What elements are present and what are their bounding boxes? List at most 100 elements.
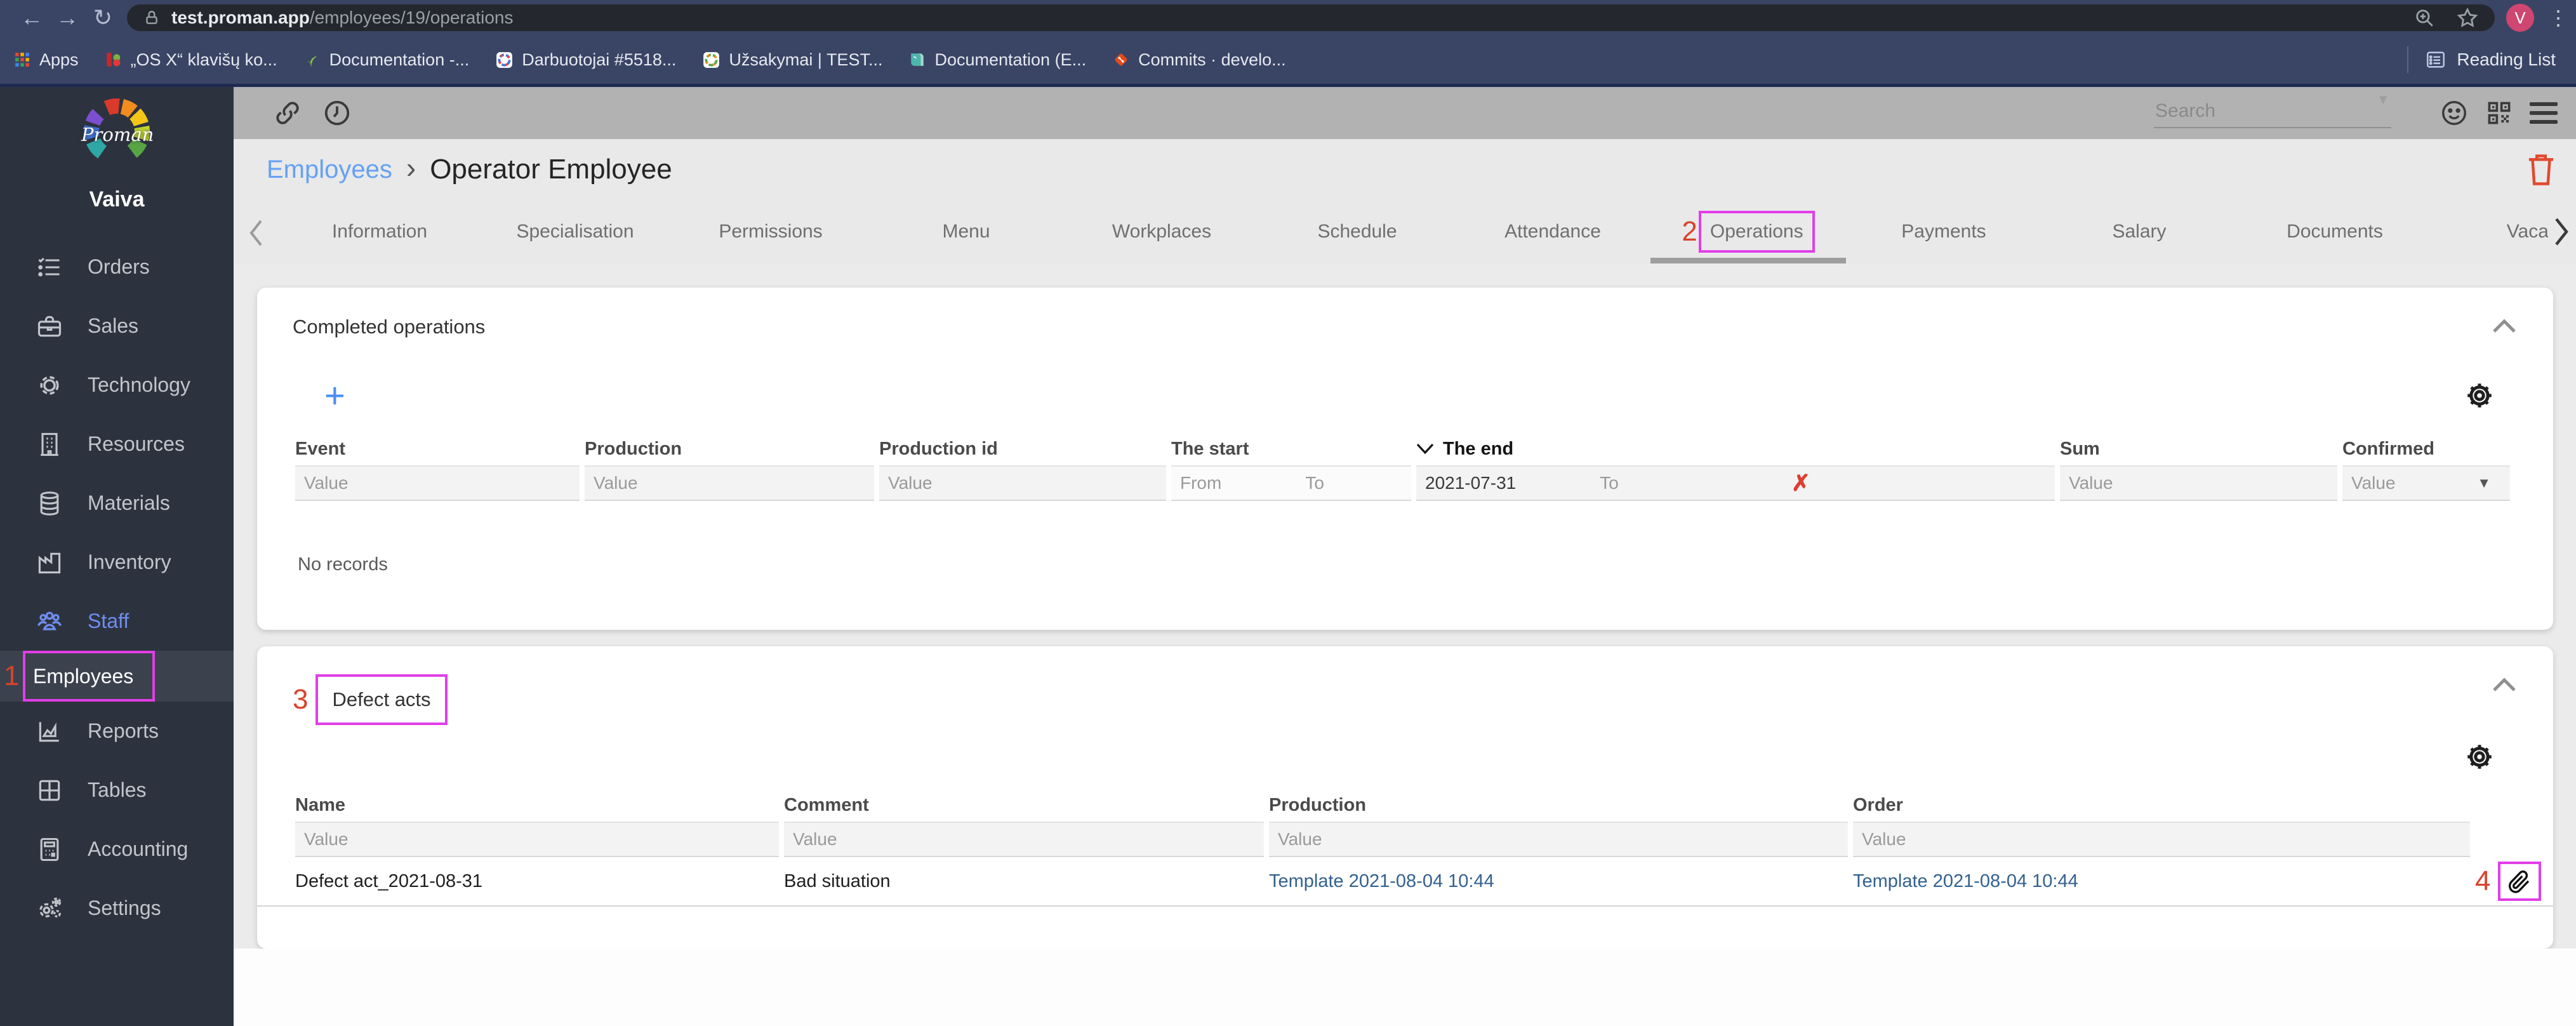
bookmark-osx[interactable]: „OS X“ klavišų ko... — [105, 50, 277, 70]
tab-attendance[interactable]: Attendance — [1455, 200, 1650, 263]
col-name[interactable]: Name — [295, 795, 784, 816]
bookmark-label: Darbuotojai #5518... — [522, 50, 677, 69]
tab-information[interactable]: Information — [282, 200, 477, 263]
tab-salary[interactable]: Salary — [2042, 200, 2237, 263]
tab-operations[interactable]: 2 Operations — [1650, 200, 1846, 263]
screen: ← → ↻ test.proman.app/employees/19/opera… — [0, 0, 2576, 1026]
reading-list-button[interactable]: Reading List — [2425, 49, 2556, 70]
sort-desc-icon[interactable] — [1416, 443, 1434, 455]
defect-order-link[interactable]: Template 2021-08-04 10:44 — [1853, 871, 2475, 892]
filter-end-to[interactable]: To — [1600, 473, 1619, 493]
history-clock-icon[interactable] — [322, 98, 352, 128]
tab-payments[interactable]: Payments — [1846, 200, 2042, 263]
sidebar-item-employees[interactable]: Employees 1 — [0, 651, 234, 702]
col-sum[interactable]: Sum — [2060, 439, 2342, 460]
qr-code-icon[interactable] — [2485, 99, 2513, 127]
col-order[interactable]: Order — [1853, 795, 2475, 816]
tab-permissions[interactable]: Permissions — [673, 200, 868, 263]
main-area: ▼ Employees › Operator Employee — [234, 87, 2576, 1026]
link-icon[interactable] — [273, 98, 302, 128]
col-production[interactable]: Production — [585, 439, 879, 460]
browser-avatar[interactable]: V — [2506, 4, 2534, 32]
filter-start-to[interactable]: To — [1305, 473, 1324, 493]
table-settings-icon[interactable] — [2464, 742, 2495, 772]
tabs-scroll-left-icon[interactable] — [248, 219, 264, 247]
filter-sum[interactable]: Value — [2060, 465, 2337, 501]
bookmark-star-icon[interactable] — [2457, 7, 2478, 29]
filter-start[interactable]: From To — [1171, 465, 1411, 501]
filter-name[interactable]: Value — [295, 822, 779, 857]
filter-end-from[interactable]: 2021-07-31 — [1425, 473, 1516, 493]
sidebar-item-accounting[interactable]: Accounting — [0, 820, 234, 879]
zoom-search-icon[interactable] — [2413, 7, 2435, 29]
filter-comment[interactable]: Value — [784, 822, 1264, 857]
filter-confirmed[interactable]: Value ▼ — [2342, 465, 2510, 501]
bookmark-label: Užsakymai | TEST... — [729, 50, 883, 69]
apple-icon — [105, 51, 122, 68]
col-comment[interactable]: Comment — [784, 795, 1269, 816]
collapse-panel-icon[interactable] — [2492, 677, 2516, 692]
tabs-scroll-right-icon[interactable] — [2548, 217, 2571, 247]
confirmed-dropdown-icon[interactable]: ▼ — [2477, 475, 2501, 491]
forward-icon[interactable]: → — [50, 4, 85, 31]
reload-icon[interactable]: ↻ — [85, 4, 121, 31]
browser-menu-icon[interactable]: ⋮ — [2548, 6, 2568, 30]
bookmark-documentation[interactable]: Documentation -... — [304, 50, 469, 70]
bottom-whitespace — [234, 949, 2576, 1026]
sidebar-item-reports[interactable]: Reports — [0, 702, 234, 761]
tab-specialisation[interactable]: Specialisation — [477, 200, 673, 263]
filter-event[interactable]: Value — [295, 465, 580, 501]
proman-logo-text: Proman — [81, 124, 154, 145]
smiley-icon[interactable] — [2440, 98, 2469, 128]
sidebar-item-materials[interactable]: Materials — [0, 474, 234, 533]
attachment-paperclip-icon[interactable] — [2507, 868, 2532, 897]
col-confirmed[interactable]: Confirmed — [2342, 439, 2515, 460]
clear-filter-icon[interactable]: ✗ — [1791, 470, 1810, 496]
filter-production[interactable]: Value — [585, 465, 874, 501]
sidebar-item-staff[interactable]: Staff — [0, 592, 234, 651]
filter-production-id[interactable]: Value — [879, 465, 1166, 501]
sidebar-item-technology[interactable]: Technology — [0, 356, 234, 415]
sidebar-item-sales[interactable]: Sales — [0, 296, 234, 356]
sidebar-item-label: Accounting — [88, 837, 189, 860]
table-settings-icon[interactable] — [2464, 380, 2495, 411]
back-icon[interactable]: ← — [14, 4, 50, 31]
bookmark-apps[interactable]: Apps — [14, 50, 79, 70]
filter-production[interactable]: Value — [1269, 822, 1848, 857]
bookmarks-bar: Apps „OS X“ klavišų ko... Documentation … — [0, 36, 2576, 84]
bookmark-commits[interactable]: Commits · develo... — [1113, 50, 1286, 70]
proman-favicon — [496, 51, 513, 69]
col-the-start[interactable]: The start — [1171, 439, 1416, 460]
tab-schedule[interactable]: Schedule — [1259, 200, 1455, 263]
sidebar-item-resources[interactable]: Resources — [0, 415, 234, 474]
collapse-panel-icon[interactable] — [2492, 318, 2516, 333]
col-the-end[interactable]: The end — [1416, 439, 2060, 460]
delete-employee-button[interactable] — [2524, 150, 2558, 189]
filter-order[interactable]: Value — [1853, 822, 2470, 857]
search-input[interactable] — [2154, 98, 2391, 127]
filter-end[interactable]: 2021-07-31 To ✗ — [1416, 465, 2055, 501]
col-production-id[interactable]: Production id — [879, 439, 1171, 460]
tab-menu[interactable]: Menu — [868, 200, 1064, 263]
col-event[interactable]: Event — [295, 439, 585, 460]
sidebar-item-tables[interactable]: Tables — [0, 761, 234, 820]
bookmark-darbuotojai[interactable]: Darbuotojai #5518... — [496, 50, 676, 70]
bookmark-uzsakymai[interactable]: Užsakymai | TEST... — [703, 50, 882, 70]
bookmark-documentation-e[interactable]: Documentation (E... — [909, 50, 1086, 70]
url-path: /employees/19/operations — [309, 8, 514, 27]
defect-production-link[interactable]: Template 2021-08-04 10:44 — [1269, 871, 1853, 892]
add-operation-button[interactable]: + — [324, 378, 345, 413]
filter-start-from[interactable]: From — [1180, 473, 1221, 493]
col-production[interactable]: Production — [1269, 795, 1853, 816]
menu-hamburger-icon[interactable] — [2530, 102, 2558, 124]
sidebar-item-inventory[interactable]: Inventory — [0, 533, 234, 592]
tab-workplaces[interactable]: Workplaces — [1064, 200, 1259, 263]
tab-documents[interactable]: Documents — [2237, 200, 2433, 263]
search-field[interactable]: ▼ — [2154, 91, 2391, 128]
search-dropdown-icon[interactable]: ▼ — [2376, 91, 2390, 108]
sidebar-item-settings[interactable]: Settings — [0, 879, 234, 938]
sidebar-item-orders[interactable]: Orders — [0, 237, 234, 296]
breadcrumb-parent-link[interactable]: Employees — [267, 156, 392, 184]
defect-act-row[interactable]: Defect act_2021-08-31 Bad situation Temp… — [257, 857, 2553, 907]
address-bar[interactable]: test.proman.app/employees/19/operations — [127, 4, 2495, 31]
